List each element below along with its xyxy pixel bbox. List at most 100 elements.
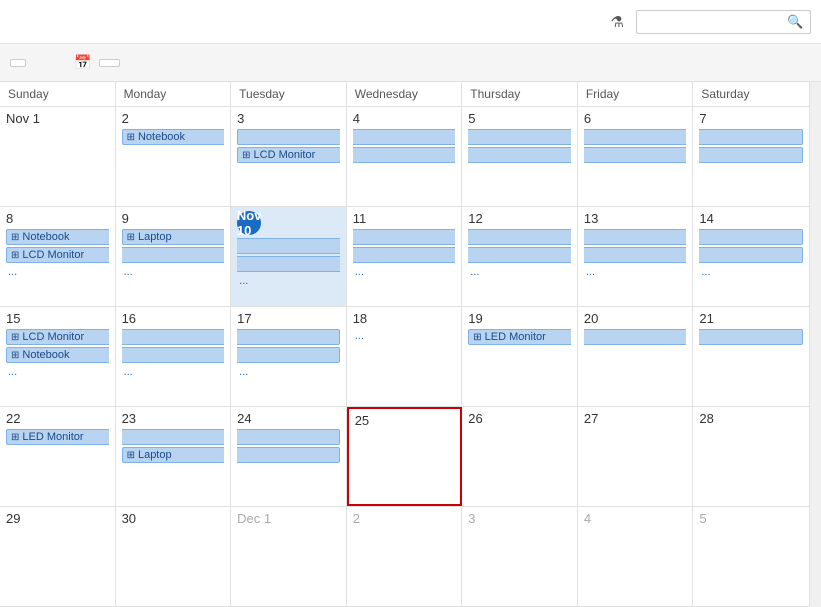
reservation-bar[interactable] (468, 247, 571, 263)
filter-icon[interactable]: ⚗ (607, 9, 628, 35)
day-number: 13 (584, 211, 687, 226)
reservation-bar[interactable] (237, 429, 340, 445)
reservation-bar[interactable] (584, 329, 687, 345)
day-cell[interactable]: Nov 1 (0, 107, 116, 206)
reservation-bar[interactable] (122, 429, 225, 445)
more-items[interactable]: ... (584, 265, 687, 279)
day-cell[interactable]: 6 (578, 107, 694, 206)
day-cell[interactable]: 9⊞Laptop ... (116, 207, 232, 306)
more-items[interactable]: ... (122, 265, 225, 279)
reservation-bar[interactable]: ⊞LCD Monitor (6, 247, 109, 263)
reservation-bar[interactable]: ⊞LED Monitor (468, 329, 571, 345)
reservation-bar[interactable] (237, 256, 340, 272)
reservation-bar[interactable] (699, 247, 803, 263)
reservation-bar[interactable] (468, 229, 571, 245)
reservation-icon: ⊞ (11, 432, 19, 443)
reservation-bar[interactable] (237, 329, 340, 345)
reservation-bar[interactable]: ⊞LED Monitor (6, 429, 109, 445)
day-cell[interactable]: 24 (231, 407, 347, 506)
day-cell[interactable]: 8⊞Notebook⊞LCD Monitor... (0, 207, 116, 306)
day-cell[interactable]: 4 (578, 507, 694, 606)
reservation-bar[interactable] (122, 329, 225, 345)
day-cell[interactable]: 20 (578, 307, 694, 406)
reservation-bar[interactable] (584, 147, 687, 163)
day-cell[interactable]: 2 (347, 507, 463, 606)
reservation-bar[interactable] (353, 247, 456, 263)
reservation-bar[interactable]: ⊞LCD Monitor (6, 329, 109, 345)
more-items[interactable]: ... (6, 365, 109, 379)
day-cell[interactable]: 13 ... (578, 207, 694, 306)
reservation-bar[interactable] (122, 247, 225, 263)
reservation-bar[interactable]: ⊞LCD Monitor (237, 147, 340, 163)
day-cell[interactable]: 5 (693, 507, 809, 606)
reservation-bar[interactable]: ⊞Notebook (122, 129, 225, 145)
reservation-bar[interactable] (353, 147, 456, 163)
reservation-bar[interactable] (699, 147, 803, 163)
reservation-bar[interactable] (699, 229, 803, 245)
reservation-bar[interactable] (237, 447, 340, 463)
reservation-bar[interactable] (237, 347, 340, 363)
quick-find-input[interactable] (643, 14, 783, 29)
day-cell[interactable]: 12 ... (462, 207, 578, 306)
day-number: 6 (584, 111, 687, 126)
reservation-bar[interactable] (584, 229, 687, 245)
reservation-bar[interactable]: ⊞Notebook (6, 229, 109, 245)
day-cell[interactable]: 26 (462, 407, 578, 506)
today-button[interactable] (10, 59, 26, 67)
day-cell[interactable]: 15⊞LCD Monitor⊞Notebook... (0, 307, 116, 406)
more-items[interactable]: ... (237, 365, 340, 379)
reservation-bar[interactable]: ⊞Laptop (122, 229, 225, 245)
nav-down-button[interactable] (48, 61, 58, 65)
day-cell[interactable]: 3 ⊞LCD Monitor (231, 107, 347, 206)
more-items[interactable]: ... (468, 265, 571, 279)
day-cell[interactable]: 19⊞LED Monitor (462, 307, 578, 406)
day-cell[interactable]: 14 ... (693, 207, 809, 306)
day-cell[interactable]: 29 (0, 507, 116, 606)
day-cell[interactable]: 5 (462, 107, 578, 206)
more-items[interactable]: ... (699, 265, 803, 279)
day-cell[interactable]: 30 (116, 507, 232, 606)
reservation-bar[interactable] (584, 129, 687, 145)
scrollbar[interactable] (809, 82, 821, 607)
day-cell[interactable]: 18... (347, 307, 463, 406)
more-items[interactable]: ... (237, 274, 340, 288)
day-cell[interactable]: 16 ... (116, 307, 232, 406)
reservation-bar[interactable]: ⊞Notebook (6, 347, 109, 363)
more-items[interactable]: ... (6, 265, 109, 279)
week-row: 8⊞Notebook⊞LCD Monitor...9⊞Laptop ...Nov… (0, 207, 809, 307)
day-cell[interactable]: 17 ... (231, 307, 347, 406)
day-cell[interactable]: 21 (693, 307, 809, 406)
reservation-bar[interactable] (699, 329, 803, 345)
reservation-bar[interactable]: ⊞Laptop (122, 447, 225, 463)
view-selector[interactable] (99, 59, 120, 67)
reservation-bar[interactable] (237, 238, 340, 254)
day-cell[interactable]: 2⊞Notebook (116, 107, 232, 206)
day-cell[interactable]: 23 ⊞Laptop (116, 407, 232, 506)
day-cell[interactable]: 22⊞LED Monitor (0, 407, 116, 506)
day-cell[interactable]: 11 ... (347, 207, 463, 306)
more-items[interactable]: ... (353, 265, 456, 279)
reservation-bar[interactable] (584, 247, 687, 263)
day-cell[interactable]: 7 (693, 107, 809, 206)
day-cell[interactable]: 25 (347, 407, 463, 506)
nav-buttons (34, 61, 58, 65)
nav-up-button[interactable] (34, 61, 44, 65)
search-icon[interactable]: 🔍 (787, 14, 803, 30)
reservation-bar[interactable] (468, 147, 571, 163)
day-cell[interactable]: 3 (462, 507, 578, 606)
reservation-bar[interactable] (468, 129, 571, 145)
day-cell[interactable]: 28 (693, 407, 809, 506)
more-items[interactable]: ... (353, 329, 456, 343)
day-cell[interactable]: 4 (347, 107, 463, 206)
day-cell[interactable]: Nov 10 ... (231, 207, 347, 306)
reservation-bar[interactable] (237, 129, 340, 145)
day-cell[interactable]: 27 (578, 407, 694, 506)
day-cell[interactable]: Dec 1 (231, 507, 347, 606)
reservation-bar[interactable] (122, 347, 225, 363)
more-items[interactable]: ... (122, 365, 225, 379)
day-number: 7 (699, 111, 803, 126)
reservation-bar[interactable] (353, 229, 456, 245)
reservation-bar[interactable] (699, 129, 803, 145)
day-header: Thursday (462, 82, 578, 106)
reservation-bar[interactable] (353, 129, 456, 145)
